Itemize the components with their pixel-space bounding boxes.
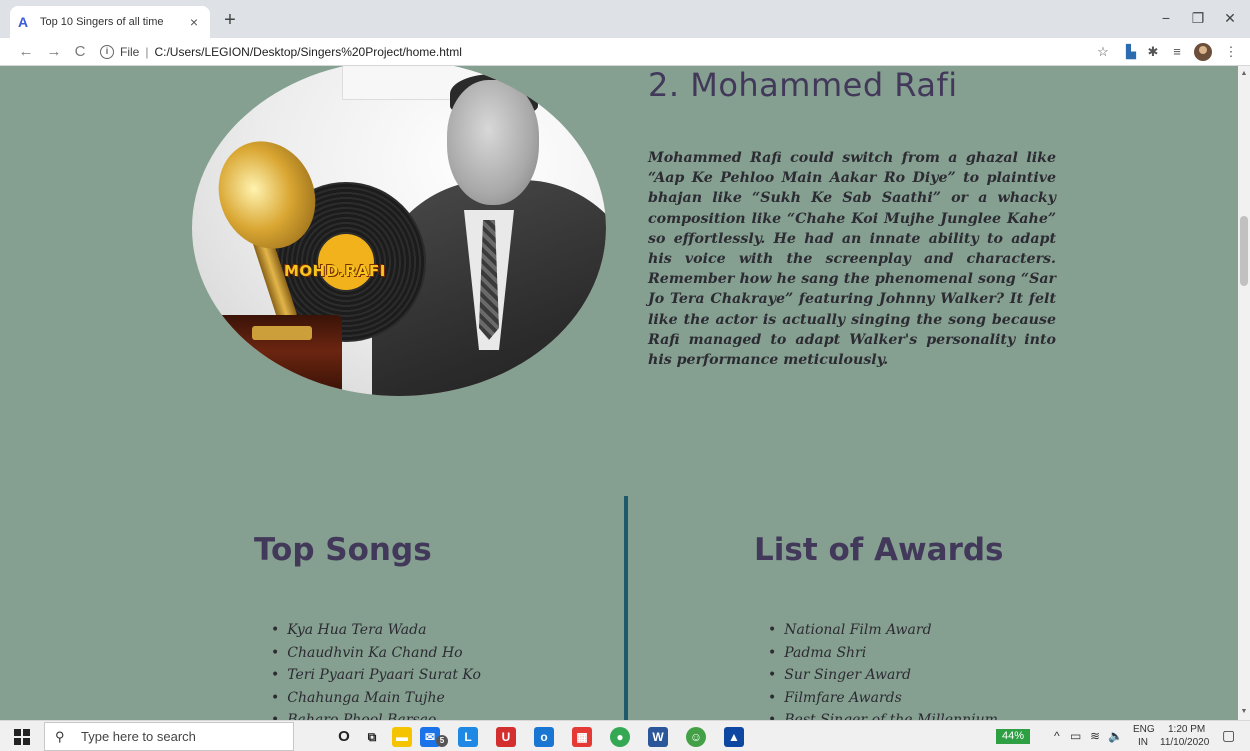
- app-icon[interactable]: ☺: [686, 727, 706, 747]
- reading-list-icon[interactable]: ≡: [1168, 43, 1186, 61]
- singer-portrait-image: MOHD.RAFI: [192, 66, 606, 396]
- list-item: Baharo Phool Barsao: [271, 709, 481, 720]
- language-bottom[interactable]: IN: [1138, 737, 1148, 748]
- word-icon[interactable]: W: [648, 727, 668, 747]
- url-text[interactable]: C:/Users/LEGION/Desktop/Singers%20Projec…: [154, 45, 461, 59]
- cortana-icon[interactable]: O: [334, 727, 354, 747]
- reload-button[interactable]: C: [70, 42, 90, 62]
- clock-date[interactable]: 11/10/2020: [1160, 737, 1209, 748]
- page-scrollbar[interactable]: ▲ ▼: [1238, 66, 1250, 720]
- singer-bio: Mohammed Rafi could switch from a ghazal…: [648, 150, 1056, 369]
- favicon-icon: A: [18, 14, 29, 30]
- list-item: Padma Shri: [768, 642, 998, 665]
- scroll-up-icon[interactable]: ▲: [1238, 68, 1250, 80]
- new-tab-button[interactable]: +: [220, 10, 240, 30]
- extensions-puzzle-icon[interactable]: ✱: [1144, 43, 1162, 61]
- minimize-button[interactable]: −: [1152, 6, 1180, 30]
- url-scheme-label: File: [120, 45, 140, 59]
- outlook-icon[interactable]: o: [534, 727, 554, 747]
- back-button[interactable]: ←: [16, 42, 36, 62]
- volume-icon[interactable]: 🔈: [1108, 729, 1123, 743]
- gramophone-plate: [252, 326, 312, 340]
- close-window-button[interactable]: ✕: [1216, 6, 1244, 30]
- task-view-icon[interactable]: ⧉: [362, 727, 382, 747]
- photos-icon[interactable]: ▲: [724, 727, 744, 747]
- list-item: Teri Pyaari Pyaari Surat Ko: [271, 664, 481, 687]
- language-top[interactable]: ENG: [1133, 724, 1155, 735]
- file-explorer-icon[interactable]: ▬: [392, 727, 412, 747]
- windows-taskbar: ⚲ Type here to search O ⧉ ▬ ✉ 5 L U o ▦ …: [0, 720, 1250, 751]
- forward-button[interactable]: →: [44, 42, 64, 62]
- extension-save-icon[interactable]: ▙: [1122, 43, 1140, 61]
- awards-title: List of Awards: [754, 532, 1004, 568]
- scrollbar-thumb[interactable]: [1240, 216, 1248, 286]
- tab-close-icon[interactable]: ×: [186, 14, 202, 30]
- portrait-caption: MOHD.RAFI: [284, 262, 386, 280]
- top-songs-title: Top Songs: [254, 532, 432, 568]
- list-item: Chahunga Main Tujhe: [271, 687, 481, 710]
- browser-tab-bar: A Top 10 Singers of all time × + − ❐ ✕: [0, 0, 1250, 38]
- maximize-button[interactable]: ❐: [1184, 6, 1212, 30]
- list-item: Best Singer of the Millennium: [768, 709, 998, 720]
- browser-menu-icon[interactable]: ⋮: [1222, 43, 1240, 61]
- singer-heading: 2. Mohammed Rafi: [648, 66, 958, 104]
- awards-list: National Film Award Padma Shri Sur Singe…: [768, 619, 998, 720]
- list-item: National Film Award: [768, 619, 998, 642]
- address-bar: ← → C i File | C:/Users/LEGION/Desktop/S…: [0, 38, 1250, 66]
- info-icon[interactable]: i: [100, 45, 114, 59]
- list-item: Filmfare Awards: [768, 687, 998, 710]
- bookmark-star-icon[interactable]: ☆: [1094, 43, 1112, 61]
- browser-tab[interactable]: A Top 10 Singers of all time ×: [10, 6, 210, 38]
- search-icon: ⚲: [55, 728, 65, 744]
- url-field[interactable]: i File | C:/Users/LEGION/Desktop/Singers…: [100, 41, 1080, 63]
- tray-chevron-icon[interactable]: ^: [1054, 729, 1060, 743]
- taskbar-search-box[interactable]: ⚲ Type here to search: [44, 722, 294, 751]
- page-viewport: MOHD.RAFI 2. Mohammed Rafi Mohammed Rafi…: [0, 66, 1238, 720]
- battery-tray-icon[interactable]: ▭: [1070, 729, 1081, 743]
- windows-start-icon[interactable]: [14, 729, 30, 745]
- lenovo-app-icon[interactable]: L: [458, 727, 478, 747]
- top-songs-list: Kya Hua Tera Wada Chaudhvin Ka Chand Ho …: [271, 619, 481, 720]
- chrome-icon[interactable]: ●: [610, 727, 630, 747]
- list-item: Kya Hua Tera Wada: [271, 619, 481, 642]
- wifi-icon[interactable]: ≋: [1090, 729, 1100, 743]
- portrait-face: [447, 80, 539, 205]
- section-divider: [624, 496, 628, 720]
- profile-avatar-icon[interactable]: [1194, 43, 1212, 61]
- store-app-icon[interactable]: ▦: [572, 727, 592, 747]
- list-item: Sur Singer Award: [768, 664, 998, 687]
- mail-badge: 5: [436, 735, 448, 747]
- taskbar-search-placeholder: Type here to search: [81, 729, 196, 744]
- scroll-down-icon[interactable]: ▼: [1238, 706, 1250, 718]
- notifications-icon[interactable]: ▢: [1222, 727, 1235, 744]
- clock-time[interactable]: 1:20 PM: [1168, 724, 1205, 735]
- list-item: Chaudhvin Ka Chand Ho: [271, 642, 481, 665]
- tab-title: Top 10 Singers of all time: [40, 16, 164, 28]
- mcafee-icon[interactable]: U: [496, 727, 516, 747]
- battery-indicator[interactable]: 44%: [996, 729, 1030, 744]
- url-separator: |: [145, 45, 149, 59]
